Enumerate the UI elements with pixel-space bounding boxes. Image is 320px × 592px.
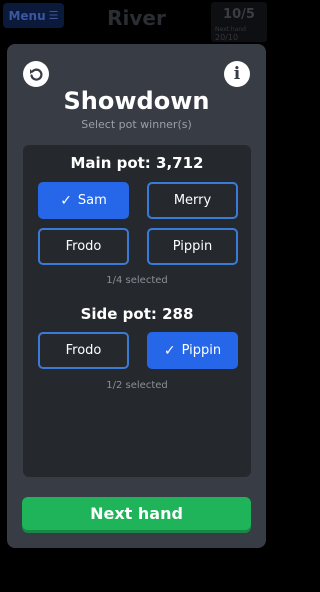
player-name: Frodo (65, 239, 102, 254)
info-button[interactable]: i (224, 61, 250, 87)
score-box: 10/5 Next hand 20/10 (211, 2, 267, 42)
player-name: Merry (173, 193, 212, 208)
main-pot-player-frodo[interactable]: Frodo (38, 228, 129, 265)
hands-count: 20/10 (215, 33, 239, 42)
main-pot-player-pippin[interactable]: Pippin (147, 228, 238, 265)
next-hand-button[interactable]: Next hand (22, 497, 251, 530)
info-icon: i (233, 64, 241, 84)
back-button[interactable] (23, 61, 49, 87)
main-pot-selected-count: 1/4 selected (106, 275, 168, 286)
undo-icon (30, 68, 43, 81)
main-pot-player-sam[interactable]: ✓ Sam (38, 182, 129, 219)
side-pot-title: Side pot: 288 (80, 305, 194, 323)
side-pot-selected-count: 1/2 selected (106, 380, 168, 391)
pots-panel: Main pot: 3,712 ✓ Sam Merry Frodo Pippin… (23, 145, 251, 477)
side-pot-player-frodo[interactable]: Frodo (38, 332, 129, 369)
player-name: Pippin (172, 239, 213, 254)
modal-title: Showdown (63, 87, 210, 115)
top-bar: Menu ☰ River 10/5 Next hand 20/10 (0, 0, 273, 44)
player-name: Sam (77, 193, 107, 208)
main-pot-player-merry[interactable]: Merry (147, 182, 238, 219)
side-pot-player-pippin[interactable]: ✓ Pippin (147, 332, 238, 369)
main-pot-title: Main pot: 3,712 (70, 154, 204, 172)
player-name: Pippin (181, 343, 222, 358)
score: 10/5 (223, 7, 255, 22)
check-icon: ✓ (163, 342, 176, 359)
hands-label: Next hand (215, 26, 246, 33)
player-name: Frodo (65, 343, 102, 358)
modal-subtitle: Select pot winner(s) (81, 118, 192, 131)
check-icon: ✓ (60, 192, 72, 209)
showdown-modal: i Showdown Select pot winner(s) Main pot… (7, 44, 266, 548)
